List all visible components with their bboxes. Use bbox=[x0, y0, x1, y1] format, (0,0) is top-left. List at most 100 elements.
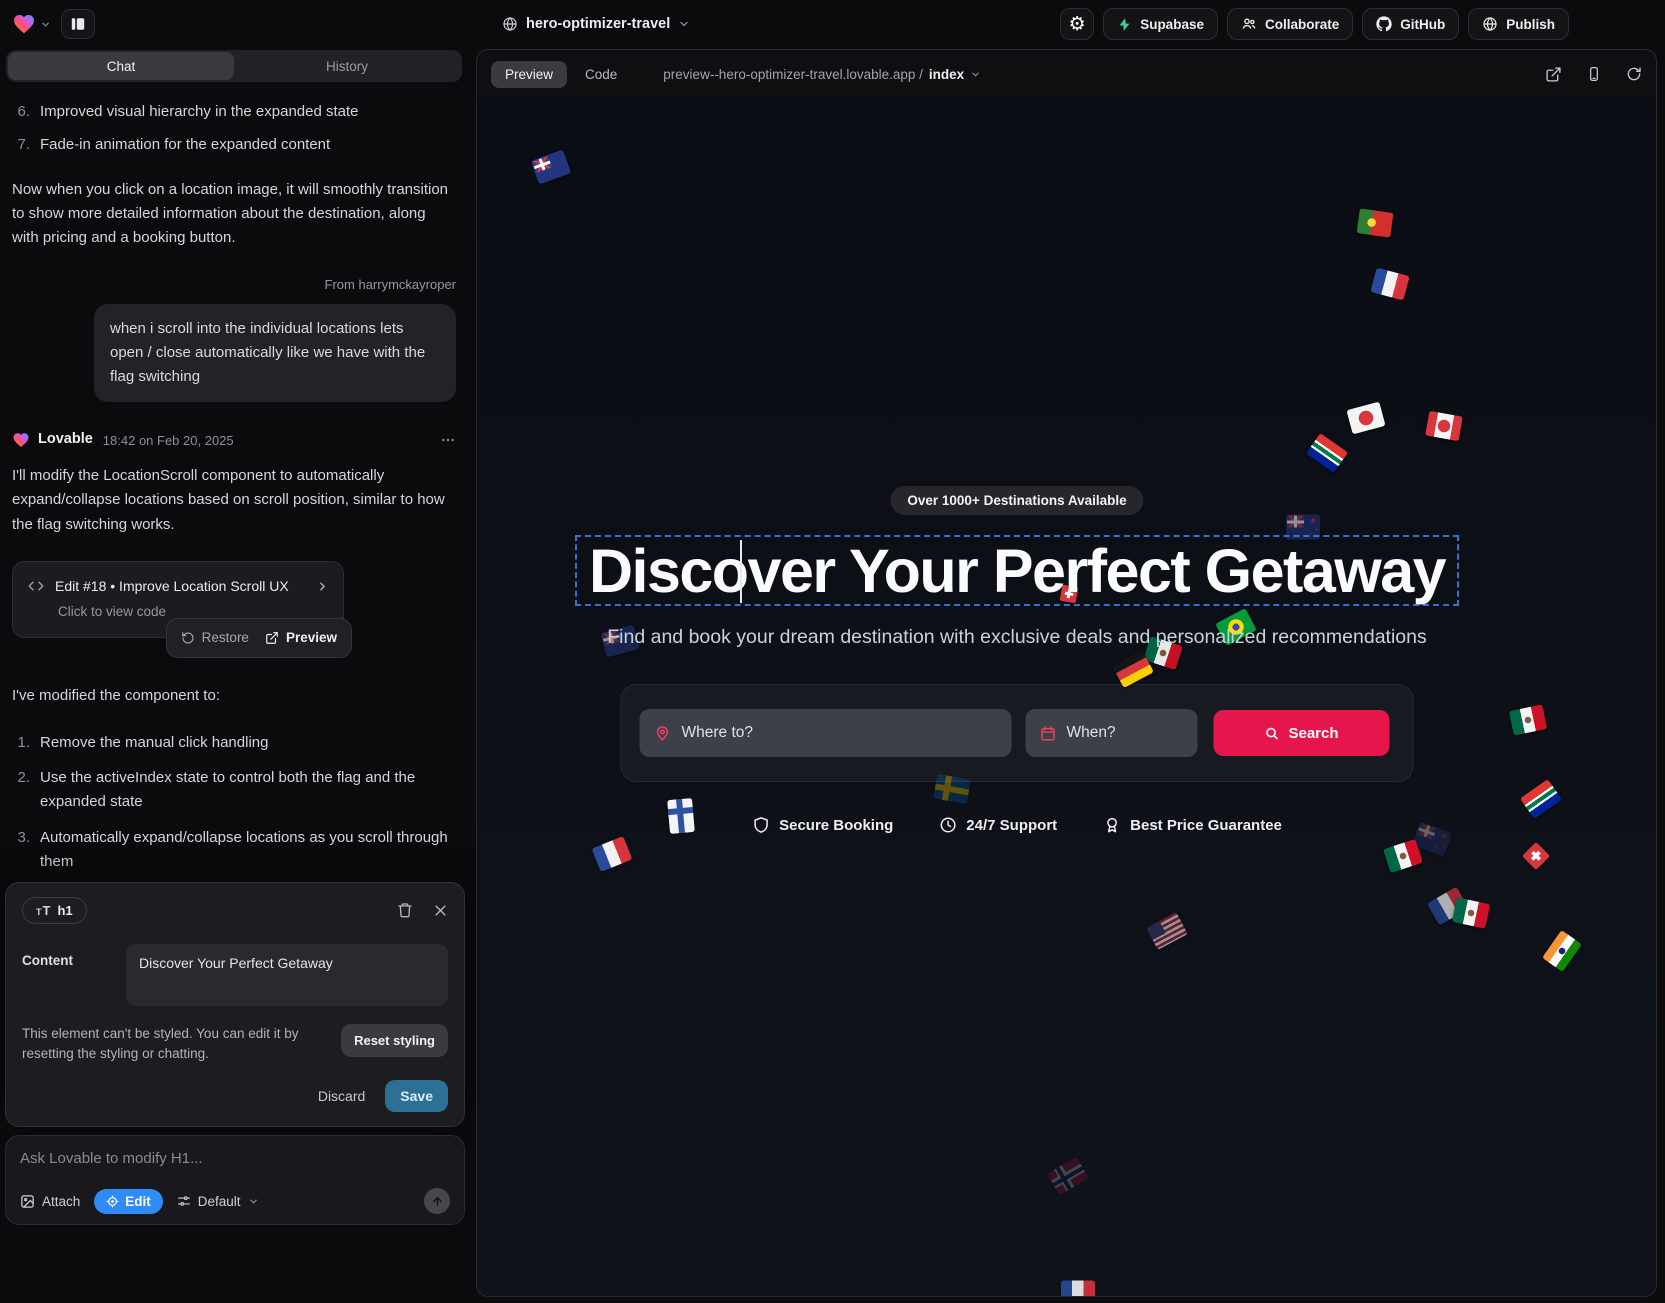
message-author-label: From harrymckayroper bbox=[12, 274, 456, 295]
project-name: hero-optimizer-travel bbox=[526, 16, 670, 32]
content-field-label: Content bbox=[22, 944, 112, 1006]
image-icon bbox=[20, 1194, 35, 1209]
collaborate-button[interactable]: Collaborate bbox=[1227, 8, 1353, 40]
discard-button[interactable]: Discard bbox=[318, 1088, 365, 1104]
preview-viewport[interactable]: Over 1000+ Destinations Available Discov… bbox=[477, 98, 1656, 1296]
chevron-down-icon bbox=[248, 1196, 259, 1207]
close-inspector-button[interactable] bbox=[433, 903, 448, 918]
sidebar-tabs: Chat History bbox=[6, 50, 462, 82]
url-page-name: index bbox=[929, 67, 964, 82]
chat-scroll-area[interactable]: 6.Improved visual hierarchy in the expan… bbox=[0, 82, 470, 876]
flag-fr-icon bbox=[1061, 1281, 1095, 1297]
reset-styling-button[interactable]: Reset styling bbox=[341, 1024, 448, 1057]
list-item: 3.Automatically expand/collapse location… bbox=[12, 826, 456, 875]
message-options-button[interactable] bbox=[440, 432, 456, 448]
lovable-heart-icon bbox=[12, 431, 30, 449]
github-button[interactable]: GitHub bbox=[1362, 8, 1459, 40]
refresh-button[interactable] bbox=[1626, 66, 1642, 82]
hero-heading[interactable]: Discover Your Perfect Getaway bbox=[589, 536, 1445, 606]
type-icon: TT bbox=[36, 904, 50, 917]
open-in-new-tab-button[interactable] bbox=[1545, 66, 1562, 83]
chevron-down-icon bbox=[678, 18, 690, 30]
search-card: Search bbox=[621, 684, 1414, 782]
settings-button[interactable]: ⚙ bbox=[1060, 8, 1094, 40]
content-textarea[interactable]: Discover Your Perfect Getaway bbox=[126, 944, 448, 1006]
feature-secure-booking: Secure Booking bbox=[752, 816, 893, 834]
flag-us-icon bbox=[1146, 912, 1188, 950]
preview-version-button[interactable]: Preview bbox=[265, 627, 337, 649]
award-icon bbox=[1103, 816, 1121, 834]
flag-ca-icon bbox=[1425, 411, 1463, 442]
when-input-wrap bbox=[1026, 709, 1198, 757]
code-brackets-icon bbox=[27, 579, 45, 593]
tab-chat[interactable]: Chat bbox=[8, 52, 234, 80]
destinations-badge: Over 1000+ Destinations Available bbox=[890, 486, 1143, 515]
list-item: 7.Fade-in animation for the expanded con… bbox=[12, 133, 456, 157]
feature-best-price: Best Price Guarantee bbox=[1103, 816, 1282, 834]
lovable-logo-menu[interactable] bbox=[12, 12, 51, 36]
calendar-icon bbox=[1040, 725, 1057, 742]
flag-fi-icon bbox=[667, 798, 695, 834]
github-icon bbox=[1376, 16, 1392, 32]
flag-mx-icon bbox=[1509, 704, 1547, 736]
feature-badges: Secure Booking 24/7 Support Best Price G… bbox=[752, 816, 1282, 834]
mobile-view-button[interactable] bbox=[1586, 66, 1602, 82]
edit-card-title: Edit #18 • Improve Location Scroll UX bbox=[55, 575, 289, 598]
element-tag-badge[interactable]: TT h1 bbox=[22, 897, 87, 924]
text-caret bbox=[740, 540, 742, 603]
chevron-right-icon bbox=[316, 580, 329, 593]
clock-icon bbox=[939, 816, 957, 834]
globe-icon bbox=[502, 16, 518, 32]
send-button[interactable] bbox=[424, 1188, 450, 1214]
mode-selector[interactable]: Default bbox=[177, 1194, 259, 1209]
flag-jp-icon bbox=[1346, 402, 1385, 435]
restore-button[interactable]: Restore bbox=[181, 627, 249, 649]
edit-mode-button[interactable]: Edit bbox=[94, 1189, 163, 1214]
where-input-wrap bbox=[640, 709, 1012, 757]
panel-left-icon bbox=[70, 16, 86, 32]
when-input[interactable] bbox=[1067, 724, 1184, 742]
restore-icon bbox=[181, 631, 195, 645]
topbar: hero-optimizer-travel ⚙ Supabase Collabo… bbox=[0, 0, 1665, 48]
flag-fr-icon bbox=[1370, 268, 1409, 301]
flag-ch-icon bbox=[1522, 842, 1550, 870]
chevron-down-icon bbox=[40, 19, 51, 30]
supabase-button[interactable]: Supabase bbox=[1103, 8, 1218, 40]
search-icon bbox=[1264, 726, 1279, 741]
sliders-icon bbox=[177, 1194, 191, 1208]
assistant-message-header: Lovable 18:42 on Feb 20, 2025 bbox=[12, 428, 456, 451]
tab-code[interactable]: Code bbox=[571, 61, 631, 88]
tab-preview[interactable]: Preview bbox=[491, 61, 567, 88]
chat-input[interactable] bbox=[20, 1150, 450, 1167]
list-item: 1.Remove the manual click handling bbox=[12, 731, 456, 755]
project-switcher[interactable]: hero-optimizer-travel bbox=[476, 16, 1060, 32]
edit-version-card[interactable]: Edit #18 • Improve Location Scroll UX Cl… bbox=[12, 561, 344, 639]
flag-za-icon bbox=[1306, 433, 1348, 473]
users-icon bbox=[1241, 16, 1257, 32]
preview-url[interactable]: preview--hero-optimizer-travel.lovable.a… bbox=[663, 67, 981, 82]
toggle-sidebar-button[interactable] bbox=[61, 9, 95, 39]
delete-element-button[interactable] bbox=[397, 902, 413, 918]
attach-button[interactable]: Attach bbox=[20, 1194, 80, 1209]
chat-sidebar: Chat History 6.Improved visual hierarchy… bbox=[0, 48, 470, 1303]
element-inspector-panel: TT h1 Content Discover Your Perfect Geta… bbox=[5, 882, 465, 1128]
tab-history[interactable]: History bbox=[234, 52, 460, 80]
search-button[interactable]: Search bbox=[1214, 710, 1390, 756]
flag-mx-icon bbox=[1383, 839, 1423, 873]
chat-composer: Attach Edit Default bbox=[5, 1135, 465, 1225]
target-icon bbox=[106, 1195, 119, 1208]
changes-list: 1.Remove the manual click handling 2.Use… bbox=[12, 731, 456, 876]
version-actions: Restore Preview bbox=[166, 618, 352, 658]
map-pin-icon bbox=[654, 724, 672, 742]
gear-icon: ⚙ bbox=[1069, 13, 1086, 36]
publish-button[interactable]: Publish bbox=[1468, 8, 1569, 40]
selected-heading-outline[interactable]: Discover Your Perfect Getaway bbox=[575, 535, 1459, 606]
flag-no-icon bbox=[1047, 1157, 1089, 1196]
list-item: 6.Improved visual hierarchy in the expan… bbox=[12, 100, 456, 124]
where-to-input[interactable] bbox=[682, 724, 998, 742]
lovable-heart-icon bbox=[12, 12, 36, 36]
user-message-bubble: when i scroll into the individual locati… bbox=[94, 304, 456, 403]
save-button[interactable]: Save bbox=[385, 1080, 448, 1112]
flag-pt-icon bbox=[1356, 208, 1393, 237]
flag-za-icon bbox=[1520, 779, 1562, 819]
